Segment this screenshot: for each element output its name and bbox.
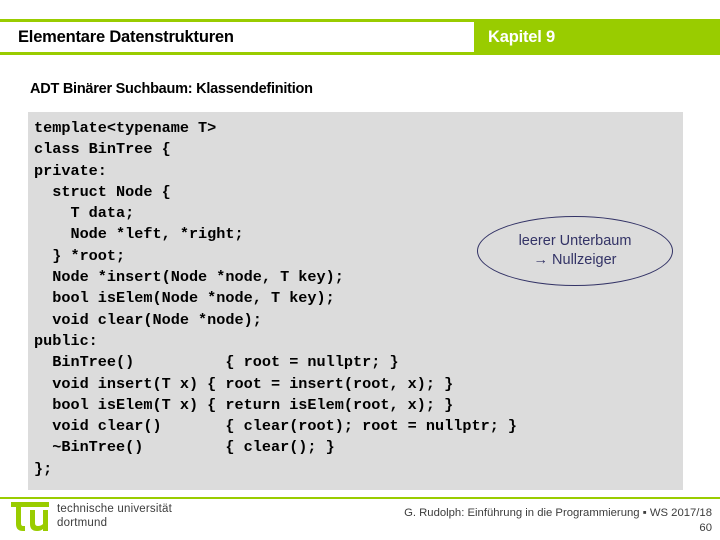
header-title-box: Elementare Datenstrukturen bbox=[0, 22, 474, 52]
callout-ellipse: leerer Unterbaum → Nullzeiger bbox=[477, 216, 673, 286]
callout-line-2: → Nullzeiger bbox=[533, 252, 617, 268]
tu-dortmund-logo: technische universität dortmund bbox=[8, 500, 172, 534]
code-line: void clear() { clear(root); root = nullp… bbox=[34, 417, 518, 436]
footer-right: G. Rudolph: Einführung in die Programmie… bbox=[404, 506, 712, 535]
code-line: public: bbox=[34, 331, 98, 350]
code-line: class BinTree { bbox=[34, 140, 171, 159]
page-title: Elementare Datenstrukturen bbox=[18, 27, 234, 46]
chapter-label: Kapitel 9 bbox=[488, 27, 555, 46]
footer-credit: G. Rudolph: Einführung in die Programmie… bbox=[404, 507, 712, 519]
code-line: void clear(Node *node); bbox=[34, 310, 262, 329]
code-line: void insert(T x) { root = insert(root, x… bbox=[34, 374, 454, 393]
header-rule-bottom bbox=[0, 52, 474, 55]
code-line: bool isElem(T x) { return isElem(root, x… bbox=[34, 395, 454, 414]
tu-logo-text-line2: dortmund bbox=[57, 516, 108, 529]
code-line: template<typename T> bbox=[34, 119, 217, 137]
code-line: private: bbox=[34, 161, 107, 180]
code-block: template<typename T> class BinTree { pri… bbox=[28, 112, 683, 490]
slide: Elementare Datenstrukturen Kapitel 9 ADT… bbox=[0, 0, 720, 540]
section-subtitle: ADT Binärer Suchbaum: Klassendefinition bbox=[30, 81, 313, 97]
callout-line-1: leerer Unterbaum bbox=[518, 233, 632, 249]
page-number: 60 bbox=[699, 522, 712, 534]
code-line: ~BinTree() { clear(); } bbox=[34, 438, 335, 457]
code-line: }; bbox=[34, 459, 53, 478]
code-line: bool isElem(Node *node, T key); bbox=[34, 289, 335, 308]
code-line: BinTree() { root = nullptr; } bbox=[34, 353, 399, 372]
footer-rule bbox=[0, 497, 720, 499]
code-line: struct Node { bbox=[34, 182, 171, 201]
tu-logo-text: technische universität dortmund bbox=[57, 503, 172, 530]
tu-logo-icon bbox=[11, 502, 49, 531]
tu-logo-text-line1: technische universität bbox=[57, 503, 172, 515]
